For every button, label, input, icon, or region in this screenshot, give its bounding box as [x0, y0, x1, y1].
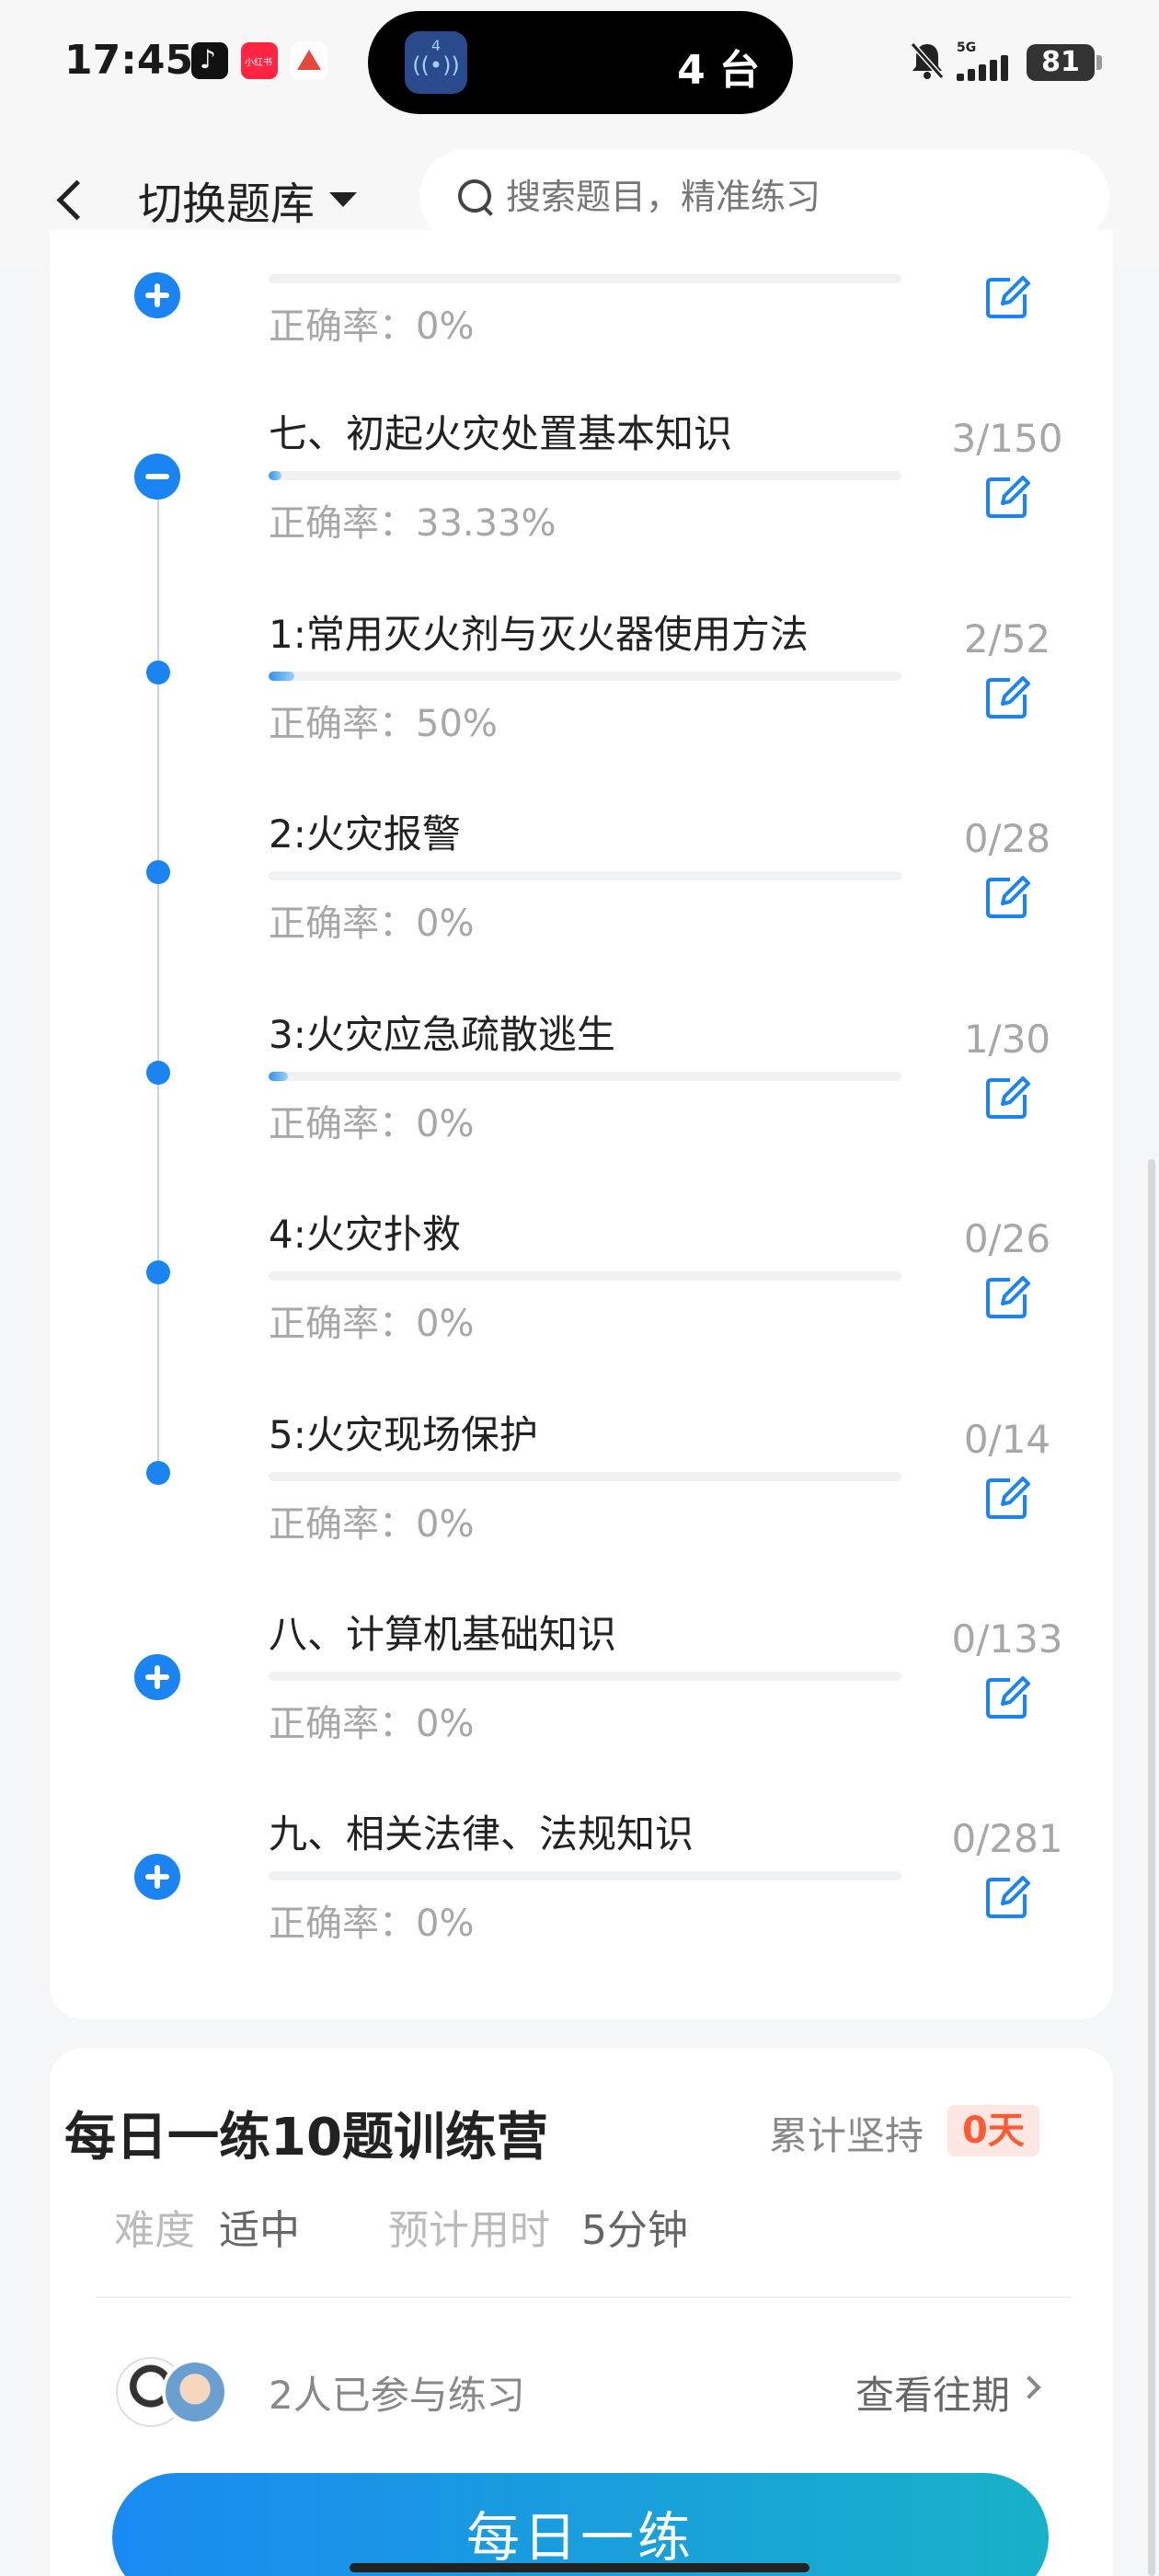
progress-fill [269, 1072, 288, 1081]
dynamic-island[interactable]: 4 ((•)) 4 台 [368, 11, 793, 114]
time-value: 5分钟 [581, 2207, 688, 2254]
chapter-row-7[interactable]: 七、初起火灾处置基本知识 正确率：33.33% 3/150 [0, 386, 1159, 586]
section-row-4[interactable]: 4:火灾扑救 正确率：0% 0/26 [0, 1187, 1159, 1386]
time-label: 预计用时 [388, 2207, 550, 2254]
accuracy-text: 正确率：0% [269, 305, 475, 348]
section-title: 5:火灾现场保护 [269, 1412, 538, 1457]
section-title: 4:火灾扑救 [269, 1212, 461, 1257]
status-time: 17:45 [64, 37, 194, 84]
expand-plus-icon[interactable] [134, 1654, 180, 1700]
edit-icon[interactable] [982, 1073, 1032, 1122]
question-count: 0/26 [963, 1216, 1051, 1261]
timeline-dot [146, 1461, 170, 1485]
app-icon [291, 42, 327, 79]
accuracy-text: 正确率：0% [269, 1903, 475, 1945]
edit-icon[interactable] [982, 1673, 1032, 1722]
history-link[interactable]: 查看往期 [855, 2364, 1010, 2421]
timeline-dot [146, 1260, 170, 1284]
question-count: 0/281 [951, 1816, 1063, 1861]
edit-icon[interactable] [982, 673, 1032, 722]
timeline-dot [146, 661, 170, 684]
caret-down-icon [329, 192, 358, 207]
chapter-title: 九、相关法律、法规知识 [269, 1811, 694, 1857]
progress-bar [269, 274, 901, 283]
home-indicator[interactable] [350, 2563, 809, 2572]
question-count: 0/28 [963, 816, 1051, 861]
section-row-3[interactable]: 3:火灾应急疏散逃生 正确率：0% 1/30 [0, 987, 1159, 1187]
search-icon [456, 178, 495, 216]
expand-plus-icon[interactable] [134, 1854, 180, 1900]
difficulty-label: 难度 [114, 2207, 195, 2254]
collapse-minus-icon[interactable] [134, 454, 180, 500]
xiaohongshu-icon: 小红书 [241, 42, 278, 79]
edit-icon[interactable] [982, 1272, 1032, 1322]
progress-bar [269, 1271, 901, 1281]
edit-icon[interactable] [982, 1473, 1032, 1523]
tiktok-icon [191, 42, 228, 79]
status-bar: 17:45 小红书 4 ((•)) 4 台 5G 81 [0, 0, 1159, 129]
progress-bar [269, 1672, 901, 1681]
progress-bar [269, 1472, 901, 1481]
question-count: 0/14 [963, 1417, 1051, 1462]
question-count: 3/150 [951, 416, 1063, 461]
progress-bar [269, 871, 901, 880]
progress-bar [269, 1871, 901, 1880]
daily-practice-button[interactable]: 每日一练 [112, 2473, 1049, 2576]
section-row-5[interactable]: 5:火灾现场保护 正确率：0% 0/14 [0, 1387, 1159, 1587]
bell-off-icon [910, 42, 945, 79]
daily-title: 每日一练10题训练营 [64, 2108, 548, 2168]
accuracy-text: 正确率：0% [269, 1303, 475, 1345]
timeline-dot [146, 1061, 170, 1085]
edit-icon[interactable] [982, 1872, 1032, 1922]
participants-text: 2人已参与练习 [269, 2373, 525, 2418]
island-text: 4 台 [677, 47, 760, 94]
progress-bar [269, 471, 901, 480]
chapter-title: 七、初起火灾处置基本知识 [269, 411, 733, 456]
edit-icon[interactable] [982, 872, 1032, 922]
edit-icon[interactable] [982, 272, 1032, 322]
broadcast-icon: 4 ((•)) [405, 31, 467, 94]
expand-plus-icon[interactable] [134, 272, 180, 318]
section-title: 3:火灾应急疏散逃生 [269, 1012, 615, 1057]
accuracy-text: 正确率：0% [269, 1103, 475, 1145]
section-row-1[interactable]: 1:常用灭火剂与灭火器使用方法 正确率：50% 2/52 [0, 587, 1159, 787]
scrollbar[interactable] [1148, 1159, 1155, 2576]
signal-label: 5G [957, 40, 977, 55]
accuracy-text: 正确率：33.33% [269, 502, 557, 545]
difficulty-value: 适中 [219, 2207, 300, 2254]
section-title: 1:常用灭火剂与灭火器使用方法 [269, 612, 809, 657]
avatar [162, 2359, 228, 2425]
search-input[interactable] [506, 177, 1076, 217]
streak-badge: 0天 [947, 2105, 1039, 2156]
section-row-2[interactable]: 2:火灾报警 正确率：0% 0/28 [0, 787, 1159, 986]
progress-fill [269, 672, 294, 681]
divider [96, 2296, 1071, 2298]
edit-icon[interactable] [982, 472, 1032, 522]
chapter-title: 八、计算机基础知识 [269, 1612, 617, 1657]
progress-bar [269, 672, 901, 681]
question-count: 1/30 [963, 1017, 1051, 1062]
streak-label: 累计坚持 [769, 2113, 924, 2158]
progress-bar [269, 1072, 901, 1081]
section-title: 2:火灾报警 [269, 811, 461, 857]
accuracy-text: 正确率：0% [269, 1703, 475, 1745]
battery-icon: 81 [1027, 44, 1102, 81]
chapter-row-9[interactable]: 九、相关法律、法规知识 正确率：0% 0/281 [0, 1787, 1159, 1986]
accuracy-text: 正确率：0% [269, 1503, 475, 1546]
timeline-dot [146, 860, 170, 884]
question-count: 0/133 [951, 1616, 1063, 1662]
accuracy-text: 正确率：0% [269, 903, 475, 945]
signal-icon [957, 55, 1012, 81]
accuracy-text: 正确率：50% [269, 703, 498, 745]
question-count: 2/52 [963, 616, 1051, 661]
chapter-row-8[interactable]: 八、计算机基础知识 正确率：0% 0/133 [0, 1587, 1159, 1787]
progress-fill [269, 471, 281, 480]
